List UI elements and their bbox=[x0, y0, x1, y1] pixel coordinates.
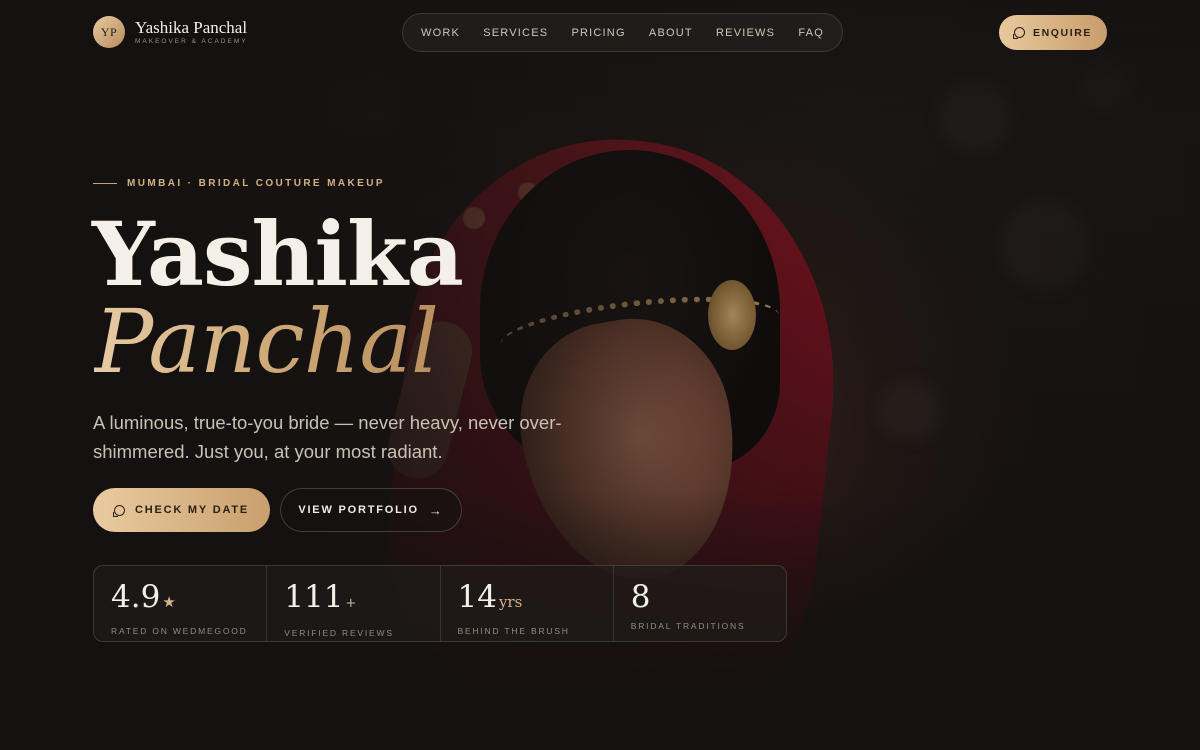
stat-traditions: 8 BRIDAL TRADITIONS bbox=[614, 566, 786, 641]
nav-item-about[interactable]: ABOUT bbox=[649, 27, 693, 39]
stat-experience: 14 yrs BEHIND THE BRUSH bbox=[441, 566, 614, 641]
hero-description: A luminous, true-to-you bride — never he… bbox=[93, 412, 562, 462]
stat-traditions-label: BRIDAL TRADITIONS bbox=[630, 621, 746, 631]
star-icon: ★ bbox=[162, 593, 176, 611]
brand-name: Yashika Panchal bbox=[135, 17, 248, 37]
hero-kicker: MUMBAI · BRIDAL COUTURE MAKEUP bbox=[93, 178, 385, 189]
stat-traditions-value: 8 bbox=[630, 579, 651, 615]
stat-experience-label: BEHIND THE BRUSH bbox=[457, 626, 570, 636]
arrow-right-icon: → bbox=[428, 502, 444, 518]
nav-item-pricing[interactable]: PRICING bbox=[571, 27, 625, 39]
stat-reviews-value: 111 bbox=[284, 579, 344, 615]
nav-item-services[interactable]: SERVICES bbox=[483, 27, 548, 39]
stat-rating-value: 4.9 bbox=[111, 579, 161, 615]
stats-bar: 4.9 ★ RATED ON WEDMEGOOD 111 + VERIFIED … bbox=[93, 565, 787, 642]
stat-rating: 4.9 ★ RATED ON WEDMEGOOD bbox=[94, 566, 268, 641]
brand-monogram: YP bbox=[93, 16, 125, 48]
check-my-date-button[interactable]: CHECK MY DATE bbox=[93, 488, 270, 532]
stat-experience-value: 14 bbox=[457, 579, 497, 615]
stat-reviews-label: VERIFIED REVIEWS bbox=[284, 628, 394, 638]
brand-logo[interactable]: YP Yashika Panchal MAKEOVER & ACADEMY bbox=[93, 16, 248, 48]
stat-rating-label: RATED ON WEDMEGOOD bbox=[111, 626, 248, 636]
enquire-label: ENQUIRE bbox=[1032, 26, 1093, 39]
brand-tagline: MAKEOVER & ACADEMY bbox=[135, 37, 248, 45]
check-my-date-label: CHECK MY DATE bbox=[134, 504, 250, 516]
kicker-divider bbox=[93, 183, 117, 184]
nav-item-faq[interactable]: FAQ bbox=[798, 27, 824, 39]
stat-reviews-suffix: + bbox=[345, 596, 357, 611]
stat-reviews: 111 + VERIFIED REVIEWS bbox=[267, 566, 441, 641]
view-portfolio-button[interactable]: VIEW PORTFOLIO → bbox=[280, 488, 462, 532]
nav-item-reviews[interactable]: REVIEWS bbox=[716, 27, 775, 39]
kicker-text: MUMBAI · BRIDAL COUTURE MAKEUP bbox=[127, 178, 385, 189]
hero-title-last-name: Panchal bbox=[94, 288, 439, 396]
enquire-button[interactable]: ENQUIRE bbox=[999, 15, 1107, 50]
whatsapp-icon bbox=[1012, 27, 1025, 39]
view-portfolio-label: VIEW PORTFOLIO bbox=[298, 504, 419, 516]
stat-experience-suffix: yrs bbox=[498, 593, 523, 611]
nav-item-work[interactable]: WORK bbox=[421, 27, 460, 39]
main-nav: WORK SERVICES PRICING ABOUT REVIEWS FAQ bbox=[402, 13, 843, 52]
whatsapp-icon bbox=[112, 504, 125, 517]
